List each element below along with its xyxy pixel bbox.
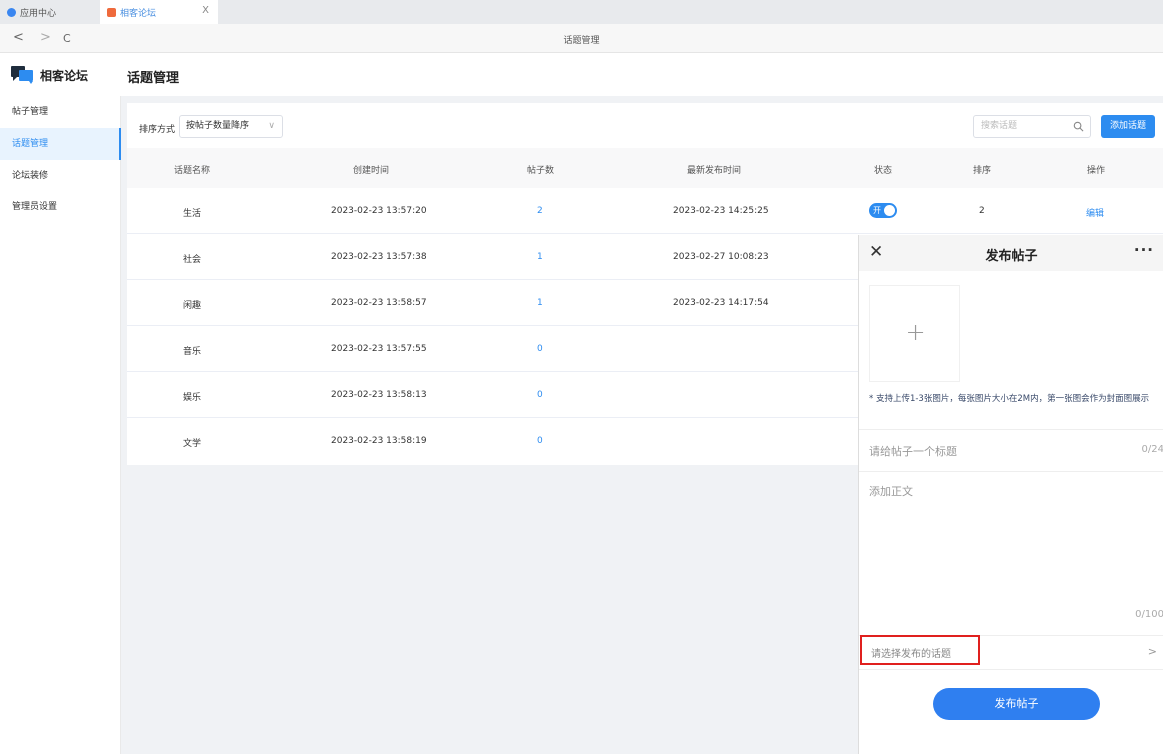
sidebar: 帖子管理 话题管理 论坛装修 管理员设置: [0, 96, 121, 754]
topic-name: 娱乐: [183, 393, 202, 403]
window-title: 话题管理: [563, 36, 600, 46]
created-time: 2023-02-23 13:58:57: [331, 298, 427, 308]
search-icon: [1073, 121, 1084, 132]
sidebar-item-admin[interactable]: 管理员设置: [0, 191, 121, 223]
sort-select[interactable]: 按帖子数量降序 ∨: [179, 115, 283, 138]
title-field[interactable]: 请给帖子一个标题 0/24: [859, 429, 1163, 471]
forum-icon: [107, 7, 116, 17]
topic-name: 社会: [183, 255, 202, 265]
chevron-down-icon: ∨: [268, 121, 275, 131]
add-topic-button[interactable]: 添加话题: [1101, 115, 1155, 138]
publish-header: ✕ 发布帖子 ···: [859, 235, 1163, 271]
topic-select-highlight[interactable]: 请选择发布的话题: [860, 635, 980, 665]
app-header: 相客论坛 话题管理: [0, 53, 1163, 96]
topic-placeholder: 请选择发布的话题: [871, 649, 951, 660]
column-header: 话题名称: [174, 166, 211, 176]
sidebar-item-posts[interactable]: 帖子管理: [0, 96, 121, 128]
created-time: 2023-02-23 13:58:19: [331, 436, 427, 446]
post-count-link[interactable]: 1: [537, 252, 543, 262]
column-header: 帖子数: [527, 166, 555, 176]
app-center-icon: [7, 7, 16, 17]
table-header: 话题名称 创建时间 帖子数 最新发布时间 状态 排序 操作: [127, 148, 1163, 188]
body-placeholder: 添加正文: [869, 485, 913, 498]
browser-tab-strip: 应用中心 相客论坛 X: [0, 0, 1163, 24]
search-placeholder: 搜索话题: [981, 121, 1018, 131]
created-time: 2023-02-23 13:57:55: [331, 344, 427, 354]
image-upload-box[interactable]: +: [869, 285, 960, 382]
title-char-count: 0/24: [1141, 444, 1163, 455]
created-time: 2023-02-23 13:57:20: [331, 206, 427, 216]
post-count-link[interactable]: 0: [537, 390, 543, 400]
search-input[interactable]: 搜索话题: [973, 115, 1091, 138]
post-count-link[interactable]: 0: [537, 436, 543, 446]
plus-icon: +: [905, 318, 926, 346]
sort-value: 按帖子数量降序: [186, 121, 250, 131]
created-time: 2023-02-23 13:57:38: [331, 252, 427, 262]
column-header: 排序: [973, 166, 992, 176]
topic-name: 音乐: [183, 347, 202, 357]
browser-nav-bar: < > C 话题管理: [0, 24, 1163, 53]
sort-order: 2: [979, 206, 985, 216]
latest-post-time: 2023-02-23 14:17:54: [673, 298, 769, 308]
sort-label: 排序方式: [139, 125, 176, 135]
page-title: 话题管理: [127, 71, 180, 86]
body-char-count: 0/100: [1135, 609, 1163, 620]
topic-name: 文学: [183, 439, 202, 449]
sidebar-item-topics[interactable]: 话题管理: [0, 128, 121, 160]
topic-name: 闲趣: [183, 301, 202, 311]
column-header: 操作: [1087, 166, 1106, 176]
post-count-link[interactable]: 0: [537, 344, 543, 354]
post-count-link[interactable]: 2: [537, 206, 543, 216]
publish-post-button[interactable]: 发布帖子: [933, 688, 1100, 720]
column-header: 最新发布时间: [687, 166, 742, 176]
tab-label: 相客论坛: [120, 8, 157, 19]
app-name: 相客论坛: [40, 69, 89, 83]
body-field[interactable]: 添加正文 0/100: [859, 471, 1163, 635]
browser-tab-forum[interactable]: 相客论坛 X: [100, 0, 218, 24]
sidebar-item-decoration[interactable]: 论坛装修: [0, 160, 121, 192]
browser-tab-app-center[interactable]: 应用中心: [0, 0, 100, 24]
table-row: 生活 2023-02-23 13:57:20 2 2023-02-23 14:2…: [127, 188, 1163, 234]
close-tab-icon[interactable]: X: [202, 5, 209, 16]
column-header: 创建时间: [353, 166, 390, 176]
status-toggle[interactable]: 开: [869, 203, 897, 218]
upload-hint: * 支持上传1-3张图片，每张图片大小在2M内，第一张图会作为封面图展示: [869, 394, 1150, 404]
title-placeholder: 请给帖子一个标题: [869, 445, 957, 458]
tab-label: 应用中心: [20, 8, 57, 19]
latest-post-time: 2023-02-23 14:25:25: [673, 206, 769, 216]
column-header: 状态: [874, 166, 893, 176]
forum-logo-icon: [11, 64, 33, 84]
topic-name: 生活: [183, 209, 202, 219]
created-time: 2023-02-23 13:58:13: [331, 390, 427, 400]
toggle-label: 开: [873, 206, 881, 215]
edit-link[interactable]: 编辑: [1086, 206, 1104, 219]
publish-title: 发布帖子: [985, 249, 1038, 264]
post-count-link[interactable]: 1: [537, 298, 543, 308]
toggle-knob: [884, 205, 895, 216]
more-icon[interactable]: ···: [1134, 242, 1154, 258]
publish-post-panel: ✕ 发布帖子 ··· + * 支持上传1-3张图片，每张图片大小在2M内，第一张…: [858, 235, 1163, 754]
chevron-right-icon: >: [1147, 645, 1157, 658]
latest-post-time: 2023-02-27 10:08:23: [673, 252, 769, 262]
